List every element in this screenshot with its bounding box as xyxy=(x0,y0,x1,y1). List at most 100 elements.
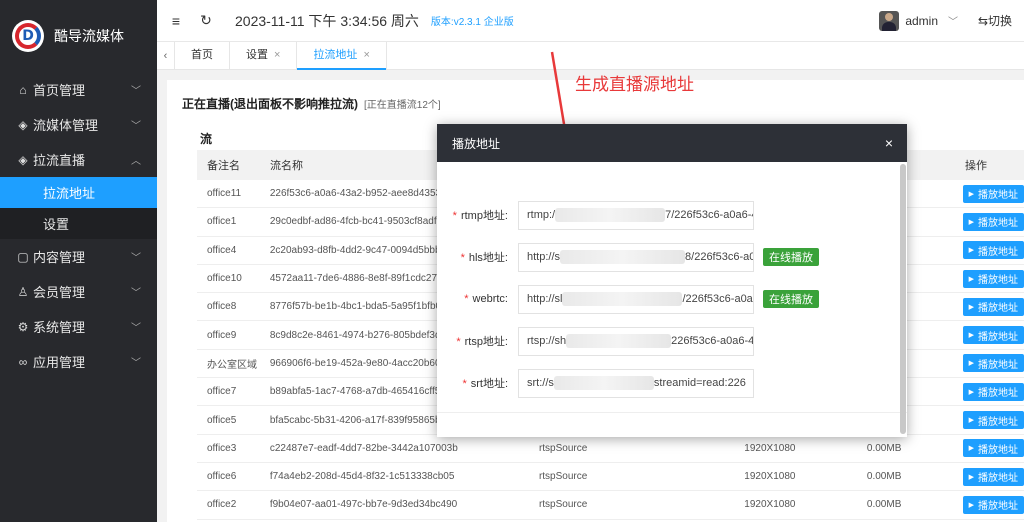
link-icon: ∞ xyxy=(18,354,28,369)
address-row: *webrtc: http://sl/226f53c6-a0a6-43 在线播放 xyxy=(437,278,907,320)
refresh-icon[interactable]: ↻ xyxy=(191,12,221,29)
modal-scrollbar[interactable] xyxy=(900,164,906,434)
online-play-button[interactable]: 在线播放 xyxy=(763,290,819,308)
play-address-button[interactable]: ▶ 播放地址 xyxy=(962,495,1024,514)
row-resolution: 1920X1080 xyxy=(744,442,796,454)
close-icon[interactable]: × xyxy=(363,49,369,61)
sidebar-item-label: 系统管理 xyxy=(33,320,86,335)
row-source: rtspSource xyxy=(538,499,588,511)
close-icon[interactable]: × xyxy=(885,135,893,151)
sidebar-subitem-pull-address[interactable]: 拉流地址 xyxy=(0,177,157,208)
play-address-button[interactable]: ▶ 播放地址 xyxy=(962,241,1024,260)
play-address-button[interactable]: ▶ 播放地址 xyxy=(962,439,1024,458)
top-header: ≡ ↻ 2023-11-11 下午 3:34:56 周六 版本:v2.3.1 企… xyxy=(157,0,1024,42)
home-icon: ⌂ xyxy=(19,82,27,97)
row-stream-name: f9b04e07-aa01-497c-bb7e-9d3ed34bc490 xyxy=(269,499,458,511)
address-input[interactable]: http://sl/226f53c6-a0a6-43 xyxy=(518,284,754,314)
play-address-button[interactable]: ▶ 播放地址 xyxy=(962,212,1024,231)
chevron-down-icon: ﹀ xyxy=(131,121,141,132)
online-play-button[interactable]: 在线播放 xyxy=(763,248,819,266)
play-address-button[interactable]: ▶ 播放地址 xyxy=(962,269,1024,288)
row-name: 办公室区域 xyxy=(207,359,257,371)
play-address-button[interactable]: ▶ 播放地址 xyxy=(962,354,1024,373)
tab-settings[interactable]: 设置 × xyxy=(230,42,298,69)
tab-home[interactable]: 首页 xyxy=(175,42,230,69)
row-size: 0.00MB xyxy=(866,499,902,511)
username: admin xyxy=(905,13,938,28)
document-icon: ▢ xyxy=(17,249,29,264)
modal-title: 播放地址 xyxy=(452,136,501,151)
modal-header: 播放地址 × xyxy=(437,124,907,162)
tab-scroll-left-icon[interactable]: ‹ xyxy=(157,42,175,69)
play-icon: ▶ xyxy=(968,417,975,425)
play-address-button[interactable]: ▶ 播放地址 xyxy=(962,467,1024,486)
modal-body: * rtmp地址: rtmp:/7/226f53c6-a0a6-4 * hls地址: ht… xyxy=(437,162,907,412)
address-input[interactable]: http://s8/226f53c6-a0a6-43 xyxy=(518,242,754,272)
panel-title: 正在直播(退出面板不影响推拉流) [正在直播流12个] xyxy=(182,97,441,111)
row-size: 0.00MB xyxy=(866,471,902,483)
cube-icon: ◈ xyxy=(18,117,28,132)
sidebar-item-media[interactable]: ◈ 流媒体管理 ﹀ xyxy=(0,107,157,142)
table-row: office3 c22487e7-eadf-4dd7-82be-3442a1070… xyxy=(197,435,1024,463)
user-menu[interactable]: admin ﹀ xyxy=(879,10,958,31)
row-name: office7 xyxy=(207,386,237,398)
address-label: * srt地址: xyxy=(462,378,508,390)
sidebar-item-pull-live[interactable]: ◈ 拉流直播 ︿ xyxy=(0,142,157,177)
play-icon: ▶ xyxy=(968,275,975,283)
sidebar-item-apps[interactable]: ∞ 应用管理 ﹀ xyxy=(0,344,157,379)
redacted-region xyxy=(553,375,654,390)
play-icon: ▶ xyxy=(968,332,975,340)
chevron-up-icon: ︿ xyxy=(131,156,141,167)
sidebar-item-label: 应用管理 xyxy=(33,355,86,370)
table-row: office6 f74a4eb2-208d-45d4-8f32-1c513338c… xyxy=(197,463,1024,492)
play-address-label: 播放地址 xyxy=(978,501,1019,513)
play-icon: ▶ xyxy=(968,445,975,453)
play-icon: ▶ xyxy=(968,303,975,311)
play-icon: ▶ xyxy=(968,218,975,226)
play-address-button[interactable]: ▶ 播放地址 xyxy=(962,382,1024,401)
play-address-button[interactable]: ▶ 播放地址 xyxy=(962,411,1024,430)
sidebar: D 酷导流媒体 ⌂ 首页管理 ﹀ ◈ 流媒体管理 ﹀ ◈ 拉流直播 ︿ 拉流地址… xyxy=(0,0,157,522)
play-address-label: 播放地址 xyxy=(978,473,1019,485)
sidebar-item-home[interactable]: ⌂ 首页管理 ﹀ xyxy=(0,72,157,107)
play-icon: ▶ xyxy=(968,501,975,509)
switch-button[interactable]: ⇆切换 xyxy=(978,12,1012,29)
sidebar-subitem-settings[interactable]: 设置 xyxy=(0,208,157,239)
cube-icon: ◈ xyxy=(18,152,28,167)
address-input[interactable]: rtmp:/7/226f53c6-a0a6-4 xyxy=(518,200,754,230)
play-address-label: 播放地址 xyxy=(978,359,1019,371)
logo[interactable]: D 酷导流媒体 xyxy=(0,0,157,72)
address-label: * hls地址: xyxy=(460,252,508,264)
close-icon[interactable]: × xyxy=(274,49,280,61)
play-address-button[interactable]: ▶ 播放地址 xyxy=(962,297,1024,316)
row-stream-name: c22487e7-eadf-4dd7-82be-3442a107003b xyxy=(269,442,458,454)
row-name: office10 xyxy=(207,273,242,285)
address-label: * webrtc: xyxy=(464,293,508,305)
chevron-down-icon: ﹀ xyxy=(948,17,958,28)
chevron-down-icon: ﹀ xyxy=(131,323,141,334)
row-name: office1 xyxy=(207,216,237,228)
modal-footer xyxy=(437,412,907,437)
play-icon: ▶ xyxy=(968,190,975,198)
play-address-label: 播放地址 xyxy=(978,331,1019,343)
menu-toggle-icon[interactable]: ≡ xyxy=(161,13,191,29)
address-input[interactable]: srt://s streamid=read:226 xyxy=(518,368,754,398)
logo-icon: D xyxy=(12,20,44,52)
redacted-region xyxy=(562,291,683,306)
sidebar-item-system[interactable]: ⚙ 系统管理 ﹀ xyxy=(0,309,157,344)
play-address-button[interactable]: ▶ 播放地址 xyxy=(962,184,1024,203)
row-source: rtspSource xyxy=(538,471,588,483)
play-address-label: 播放地址 xyxy=(978,303,1019,315)
play-address-modal: 播放地址 × * rtmp地址: rtmp:/7/226f53c6-a0a6-4 * h… xyxy=(437,124,907,437)
play-address-label: 播放地址 xyxy=(978,416,1019,428)
sidebar-menu: ⌂ 首页管理 ﹀ ◈ 流媒体管理 ﹀ ◈ 拉流直播 ︿ 拉流地址 设置 ▢ 内容… xyxy=(0,72,157,379)
sidebar-item-label: 拉流直播 xyxy=(33,153,86,168)
sidebar-item-content[interactable]: ▢ 内容管理 ﹀ xyxy=(0,239,157,274)
play-address-button[interactable]: ▶ 播放地址 xyxy=(962,326,1024,345)
tab-pull-address[interactable]: 拉流地址 × xyxy=(297,42,387,70)
sidebar-item-members[interactable]: ♙ 会员管理 ﹀ xyxy=(0,274,157,309)
table-row: office2 f9b04e07-aa01-497c-bb7e-9d3ed34bc… xyxy=(197,491,1024,520)
redacted-region xyxy=(566,333,672,348)
address-input[interactable]: rtsp://sh 226f53c6-a0a6-43 xyxy=(518,326,754,356)
version-label: 版本:v2.3.1 企业版 xyxy=(430,17,514,28)
